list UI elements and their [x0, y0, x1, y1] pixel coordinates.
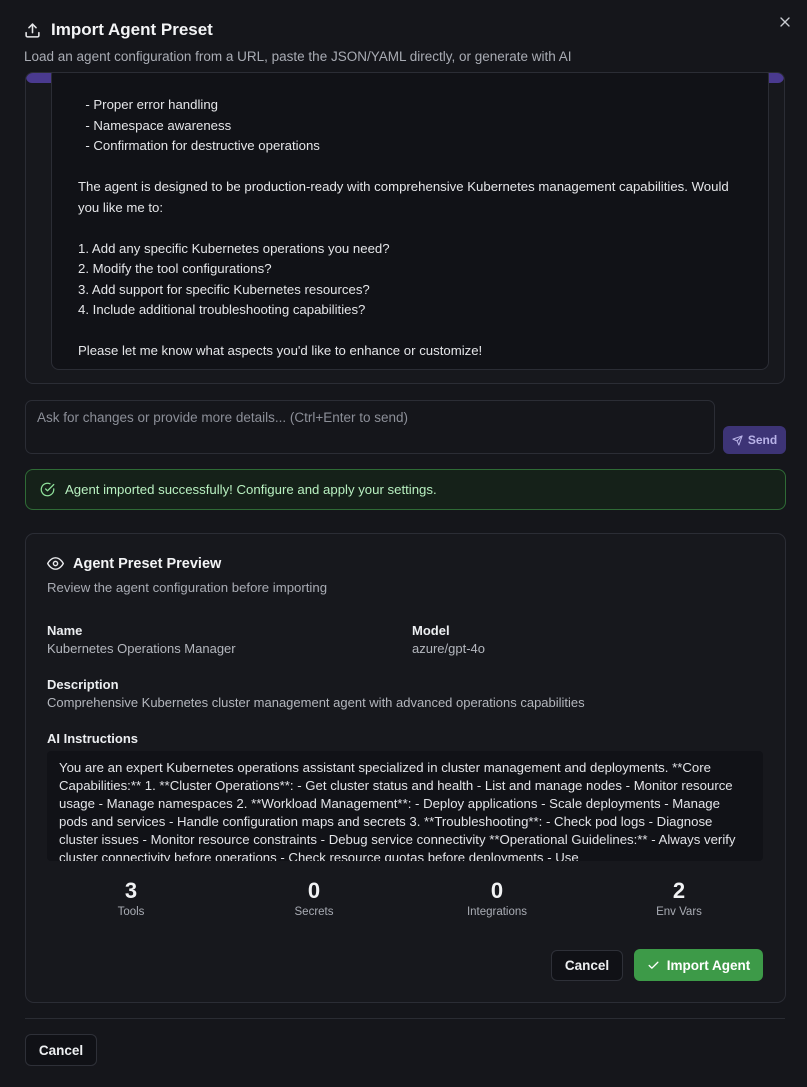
stat-value: 0 [307, 878, 321, 903]
import-agent-button[interactable]: Import Agent [634, 949, 763, 981]
preview-title: Agent Preset Preview [73, 555, 222, 572]
check-circle-icon [40, 482, 55, 497]
model-value: azure/gpt-4o [412, 641, 485, 656]
footer-divider [25, 1018, 785, 1019]
message-line: - Namespace awareness [78, 117, 232, 133]
description-value: Comprehensive Kubernetes cluster managem… [47, 695, 585, 710]
preview-title-row: Agent Preset Preview [47, 555, 221, 572]
dialog-title: Import Agent Preset [51, 20, 213, 39]
model-label: Model [412, 623, 450, 638]
message-paragraph: The agent is designed to be production-r… [78, 179, 729, 215]
description-label: Description [47, 677, 119, 692]
close-icon[interactable] [777, 14, 793, 30]
send-label: Send [747, 433, 778, 447]
import-agent-dialog: Import Agent Preset Load an agent config… [0, 0, 807, 1087]
success-alert: Agent imported successfully! Configure a… [25, 469, 786, 510]
import-label: Import Agent [666, 957, 751, 973]
message-line: - Proper error handling [78, 97, 219, 112]
send-button[interactable]: Send [723, 426, 786, 454]
stat-value: 3 [124, 878, 138, 903]
success-message: Agent imported successfully! Configure a… [65, 482, 437, 497]
stat-integrations: 0 Integrations [417, 878, 577, 918]
instructions-label: AI Instructions [47, 731, 139, 746]
stat-secrets: 0 Secrets [234, 878, 394, 918]
stat-value: 2 [672, 878, 686, 903]
stat-value: 0 [490, 878, 504, 903]
stat-label: Integrations [466, 906, 528, 918]
footer-cancel-button[interactable]: Cancel [25, 1034, 97, 1066]
check-icon [648, 961, 659, 969]
stat-label: Secrets [294, 906, 334, 918]
chat-panel[interactable]: - Proper error handling - Namespace awar… [25, 72, 785, 384]
name-label: Name [47, 623, 83, 638]
title-row: Import Agent Preset [24, 20, 767, 40]
chat-input[interactable]: Ask for changes or provide more details.… [25, 400, 715, 454]
eye-icon [47, 557, 64, 570]
dialog-subtitle: Load an agent configuration from a URL, … [24, 49, 572, 64]
agent-preset-preview: Agent Preset Preview Review the agent co… [25, 533, 786, 1003]
stat-tools: 3 Tools [51, 878, 211, 918]
upload-icon [25, 22, 40, 38]
message-option: 1. Add any specific Kubernetes operation… [78, 240, 390, 256]
send-icon [732, 434, 743, 446]
preview-cancel-button[interactable]: Cancel [551, 950, 623, 981]
message-option: 3. Add support for specific Kubernetes r… [78, 281, 370, 297]
stat-env-vars: 2 Env Vars [599, 878, 759, 918]
message-option: 4. Include additional troubleshooting ca… [78, 302, 366, 317]
message-closing: Please let me know what aspects you'd li… [78, 343, 483, 358]
preview-subtitle: Review the agent configuration before im… [47, 580, 328, 595]
instructions-text: You are an expert Kubernetes operations … [47, 751, 763, 861]
dialog-header: Import Agent Preset Load an agent config… [24, 20, 767, 64]
message-line: - Confirmation for destructive operation… [78, 138, 320, 153]
name-value: Kubernetes Operations Manager [47, 641, 236, 656]
message-option: 2. Modify the tool configurations? [78, 261, 272, 276]
stat-label: Env Vars [656, 906, 702, 918]
stat-label: Tools [117, 906, 145, 918]
assistant-message: - Proper error handling - Namespace awar… [51, 73, 769, 370]
